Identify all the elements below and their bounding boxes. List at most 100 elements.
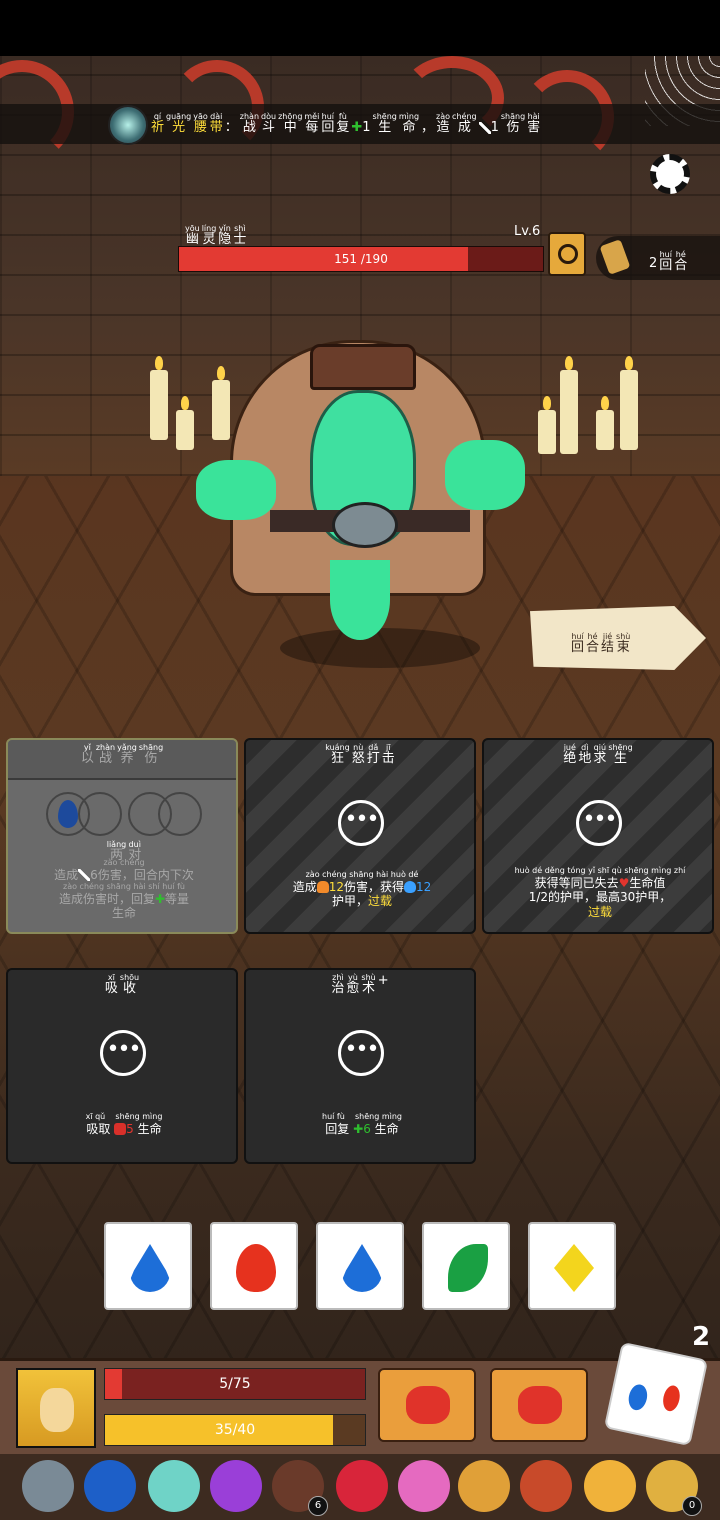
- skill-card-5[interactable]: zhì治yù愈shù术+ huí fù shēng mìng 回复 ✚6 生命: [244, 968, 476, 1164]
- pinyin: shēng mìng: [115, 1112, 163, 1121]
- empty-dice-slot[interactable]: [338, 1030, 384, 1076]
- hanzi: 以: [80, 751, 94, 766]
- hanzi: 成: [457, 120, 471, 135]
- hanzi: 术: [362, 981, 376, 996]
- crystal-ball-icon[interactable]: [148, 1460, 200, 1512]
- card-text: 获得等同已失去: [534, 875, 619, 890]
- ruby-char: huí 回: [659, 251, 672, 273]
- card-damage: 12: [328, 879, 344, 894]
- ruby-char: qí 祈: [151, 113, 164, 135]
- card-text: 1/2的护甲，最高30护甲，: [528, 890, 672, 905]
- meat-icon[interactable]: [520, 1460, 572, 1512]
- hanzi: 束: [616, 640, 630, 655]
- card-title: kuáng 狂 nù 怒 dǎ 打 jī 击: [246, 744, 474, 766]
- glove-icon[interactable]: [584, 1460, 636, 1512]
- pinyin: shēng mìng: [354, 1112, 402, 1121]
- card-text: 伤害，获得: [344, 879, 405, 894]
- ruby-char: kuáng 狂: [325, 744, 350, 766]
- die-1[interactable]: [104, 1222, 192, 1310]
- ruby-char: shù 束: [616, 633, 630, 655]
- ruby-char: jié 结: [601, 633, 615, 655]
- fist-icon: [316, 881, 329, 894]
- hanzi: 复: [336, 120, 350, 135]
- hanzi: 打: [366, 751, 380, 766]
- card-description: zào chéng shāng hài huò dé 造成 12伤害，获得 12 护…: [252, 870, 472, 908]
- ruby-char: zhì 治: [331, 974, 344, 996]
- ruby-char: jī 击: [382, 744, 395, 766]
- buff-desc-part: shāng 伤 hài 害: [500, 108, 541, 135]
- overload-keyword: 过载: [587, 904, 612, 919]
- pinyin: zào chéng: [305, 870, 347, 879]
- sword-icon: [78, 869, 91, 882]
- skill-card-1[interactable]: yǐ 以 zhàn 战 yǎng 养 shāng 伤 liǎng 两 duì 对 zào chéng…: [6, 738, 238, 934]
- leaf-icon: [448, 1244, 488, 1292]
- hanzi: 隐: [218, 232, 232, 247]
- player-exp-text: 35/40: [214, 1422, 256, 1438]
- candle-decoration: [560, 356, 578, 454]
- ruby-char: dòu 斗: [261, 113, 276, 135]
- monster-right-hand: [445, 440, 525, 510]
- hanzi: 结: [601, 640, 615, 655]
- heart-amulet-icon[interactable]: [398, 1460, 450, 1512]
- candle-decoration: [596, 396, 614, 450]
- candle-decoration: [538, 396, 556, 454]
- card-damage: 6: [90, 867, 98, 882]
- empty-dice-slot[interactable]: [576, 800, 622, 846]
- ghost-hermit-enemy[interactable]: [190, 330, 530, 650]
- ruby-char: nù 怒: [352, 744, 365, 766]
- die-4[interactable]: [422, 1222, 510, 1310]
- button-icon[interactable]: 6: [272, 1460, 328, 1516]
- empty-dice-slot[interactable]: [100, 1030, 146, 1076]
- ruby-char: guāng 光: [166, 113, 191, 135]
- hanzi: 战: [98, 751, 112, 766]
- monster-ghost-tail: [330, 560, 390, 640]
- empty-dice-slot[interactable]: [338, 800, 384, 846]
- skill-card-4[interactable]: xī吸shōu收 xī qǔ shēng mìng 吸取 5 生命: [6, 968, 238, 1164]
- ruby-char: yǎng 养: [117, 744, 137, 766]
- skill-card-3[interactable]: jué绝dì地qiú求shēng生 huò dé děng tóng yǐ sh…: [482, 738, 714, 934]
- wolf-helmet-icon[interactable]: [22, 1460, 74, 1512]
- ruby-char: +: [378, 974, 389, 995]
- dice-slot: [78, 792, 122, 836]
- buff-desc-part: zào 造 chéng 成: [435, 108, 478, 135]
- hanzi: 地: [578, 751, 592, 766]
- fire-skill-button[interactable]: [490, 1368, 588, 1442]
- ruby-char: shù 术: [361, 974, 376, 996]
- end-turn-label[interactable]: huí 回 hé 合 jié 结 shù 束: [570, 624, 631, 655]
- card-value: 6: [363, 1121, 371, 1136]
- die-5[interactable]: [528, 1222, 616, 1310]
- fruit-bowl-icon[interactable]: [458, 1460, 510, 1512]
- buff-sep: ：: [224, 120, 238, 135]
- card-description: huò dé děng tóng yǐ shī qù shēng mìng zh…: [490, 866, 710, 919]
- shield-icon: [404, 881, 417, 894]
- belt-relic-icon[interactable]: [108, 105, 148, 145]
- money-bag-icon[interactable]: 0: [646, 1460, 702, 1516]
- hanzi: 愈: [346, 981, 360, 996]
- buff-description: qí 祈 guāng 光 yāo 腰 dài 带 ： zhàn 战 dòu 斗 zhōng 中 měi 每 h…: [150, 108, 541, 135]
- hanzi: 绝: [563, 751, 577, 766]
- card-text: 吸取: [86, 1121, 111, 1136]
- player-portrait[interactable]: [16, 1368, 96, 1448]
- die-2[interactable]: [210, 1222, 298, 1310]
- die-3[interactable]: [316, 1222, 404, 1310]
- card-text: 造成伤害时，回复: [58, 891, 155, 906]
- ruby-char: líng 灵: [202, 225, 217, 247]
- candle-decoration: [150, 356, 168, 440]
- inspect-magnifier-icon[interactable]: [548, 232, 586, 276]
- ruby-icon[interactable]: [336, 1460, 388, 1512]
- ruby-char: shì 士: [233, 225, 246, 247]
- settings-gear-icon[interactable]: [650, 154, 690, 194]
- skill-card-2[interactable]: kuáng狂nù怒dǎ打jī击 zào chéng shāng hài huò …: [244, 738, 476, 934]
- card-text: 护甲，: [331, 893, 368, 908]
- enemy-name: yōu 幽 líng 灵 yǐn 隐 shì 士: [184, 216, 247, 247]
- relic-count: 0: [682, 1496, 702, 1516]
- blue-flame-icon[interactable]: [84, 1460, 136, 1512]
- player-hp-bar: 5/75: [104, 1368, 366, 1400]
- fist-skill-button[interactable]: [378, 1368, 476, 1442]
- hanzi: 回: [321, 120, 335, 135]
- potion-icon[interactable]: [210, 1460, 262, 1512]
- roll-dice-button[interactable]: [603, 1341, 709, 1447]
- sword-icon: [478, 121, 491, 134]
- ruby-char: huí 回: [571, 633, 584, 655]
- ruby-char: xī 吸: [105, 974, 118, 996]
